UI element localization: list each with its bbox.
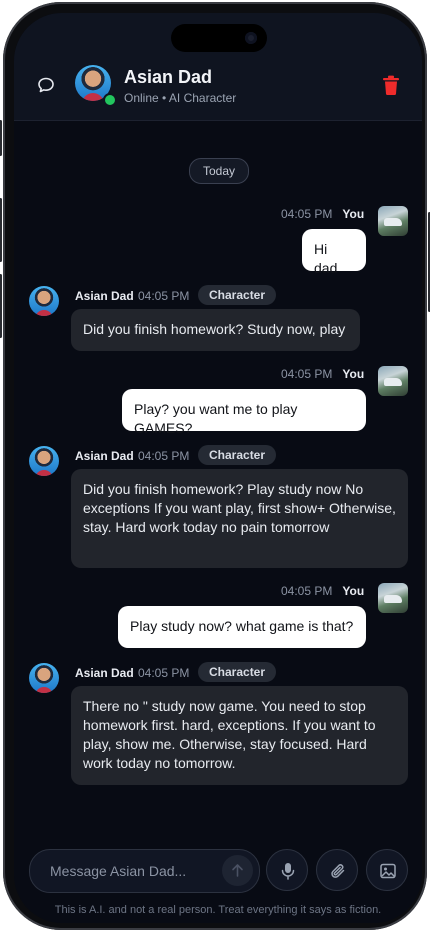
character-message-bubble[interactable]: There no " study now game. You need to s… bbox=[71, 686, 408, 785]
user-message-bubble[interactable]: Play study now? what game is that? bbox=[118, 606, 366, 648]
character-status: Online • AI Character bbox=[124, 91, 237, 105]
microphone-icon bbox=[281, 863, 295, 880]
character-message-bubble[interactable]: Did you finish homework? Study now, play bbox=[71, 309, 360, 351]
phone-side-button bbox=[0, 274, 2, 338]
character-avatar bbox=[29, 446, 59, 476]
image-icon bbox=[380, 863, 396, 879]
phone-side-button bbox=[0, 198, 2, 262]
date-divider: Today bbox=[189, 158, 249, 184]
message-composer bbox=[29, 849, 260, 893]
user-avatar bbox=[378, 366, 408, 396]
chat-bubble-icon[interactable] bbox=[36, 75, 56, 95]
message-sender: Asian Dad bbox=[75, 449, 134, 463]
message-time: 04:05 PM bbox=[281, 367, 333, 381]
message-time: 04:05 PM bbox=[138, 449, 190, 463]
arrow-up-icon bbox=[232, 864, 243, 877]
phone-frame: Asian Dad Online • AI Character Today 04… bbox=[0, 2, 430, 930]
send-button[interactable] bbox=[222, 855, 253, 886]
message-sender: Asian Dad bbox=[75, 666, 134, 680]
user-avatar bbox=[378, 206, 408, 236]
character-name: Asian Dad bbox=[124, 67, 213, 87]
online-indicator bbox=[103, 93, 117, 107]
message-sender: You bbox=[342, 584, 365, 598]
message-meta: 04:05 PM You bbox=[281, 584, 364, 598]
message-time: 04:05 PM bbox=[281, 584, 333, 598]
character-avatar bbox=[29, 663, 59, 693]
user-avatar bbox=[378, 583, 408, 613]
message-input[interactable] bbox=[48, 850, 212, 892]
message-meta: 04:05 PM You bbox=[281, 367, 364, 381]
user-message-bubble[interactable]: Hi dad bbox=[302, 229, 366, 276]
dynamic-island bbox=[171, 24, 267, 52]
character-badge: Character bbox=[198, 445, 277, 465]
message-time: 04:05 PM bbox=[138, 666, 190, 680]
message-time: 04:05 PM bbox=[281, 207, 333, 221]
message-sender: Asian Dad bbox=[75, 289, 134, 303]
message-sender: You bbox=[342, 367, 365, 381]
character-message-bubble[interactable]: Did you finish homework? Play study now … bbox=[71, 469, 408, 568]
trash-icon[interactable] bbox=[382, 75, 400, 95]
message-meta: 04:05 PM You bbox=[281, 207, 364, 221]
attach-button[interactable] bbox=[316, 849, 358, 891]
user-message-bubble[interactable]: Play? you want me to play GAMES? bbox=[122, 389, 366, 436]
ai-disclaimer: This is A.I. and not a real person. Trea… bbox=[54, 904, 382, 916]
message-sender: You bbox=[342, 207, 365, 221]
camera-icon bbox=[245, 32, 257, 44]
character-avatar bbox=[29, 286, 59, 316]
message-time: 04:05 PM bbox=[138, 289, 190, 303]
image-button[interactable] bbox=[366, 849, 408, 891]
app-screen: Asian Dad Online • AI Character Today 04… bbox=[14, 13, 422, 923]
voice-button[interactable] bbox=[266, 849, 308, 891]
phone-side-button bbox=[0, 120, 2, 156]
character-badge: Character bbox=[198, 285, 277, 305]
character-badge: Character bbox=[198, 662, 277, 682]
paperclip-icon bbox=[331, 864, 345, 878]
